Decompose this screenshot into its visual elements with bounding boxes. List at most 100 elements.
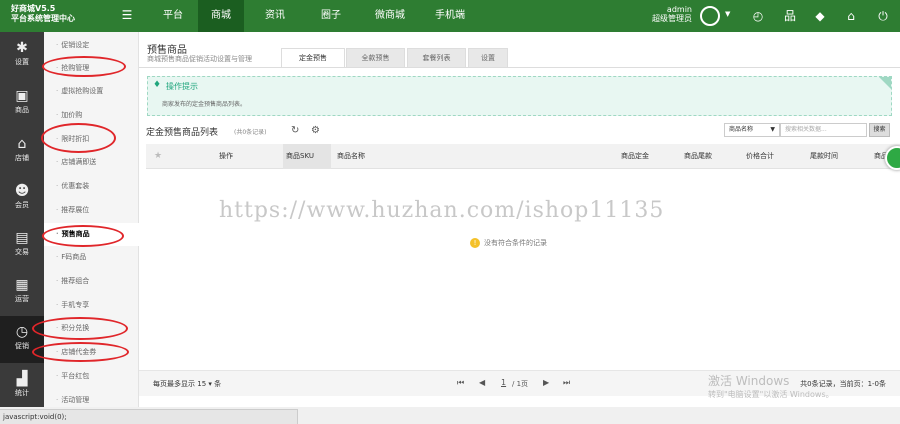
submenu-item-platform-redpacket[interactable]: 平台红包 [44, 365, 139, 388]
caret-down-icon[interactable]: ▼ [725, 10, 730, 18]
module-label: 商品 [15, 106, 29, 114]
search-button[interactable]: 搜索 [869, 123, 890, 137]
refresh-icon[interactable]: ↻ [291, 125, 299, 136]
store-icon: ⌂ [17, 136, 27, 152]
tip-text: 商家发布的定金预售商品列表。 [162, 101, 247, 108]
avatar[interactable] [700, 6, 720, 26]
search-input[interactable]: 搜索相关数据... [780, 123, 867, 137]
main-panel: 预售商品 商城预售商品促销活动设置与管理 定金预售 全款预售 套餐列表 设置 ♦… [139, 32, 900, 407]
next-page-icon[interactable]: ▶ [543, 378, 549, 387]
brand-subtitle: 平台系统管理中心 [11, 14, 75, 23]
annotation-ellipse [41, 123, 116, 153]
star-icon[interactable]: ★ [154, 144, 162, 169]
module-store[interactable]: ⌂ 店铺 [0, 128, 44, 175]
annotation-ellipse [42, 56, 126, 77]
column-settings-icon[interactable]: ⚙ [311, 125, 320, 136]
page-subtitle: 商城预售商品促销活动设置与管理 [147, 55, 252, 63]
operation-icon: ▦ [15, 277, 29, 293]
module-label: 运营 [15, 295, 29, 303]
per-page-value: 15 [197, 380, 207, 388]
caret-down-icon: ▼ [770, 126, 775, 133]
admin-info[interactable]: admin 超级管理员 [652, 5, 692, 23]
top-bar: 好商城V5.5 平台系统管理中心 ☰ 平台 商城 资讯 圈子 微商城 手机端 a… [0, 0, 900, 32]
url-watermark: https://www.huzhan.com/ishop11135 [219, 198, 665, 223]
trade-icon: ▤ [15, 230, 29, 246]
list-count: (共0条记录) [234, 129, 267, 136]
list-title: 定金预售商品列表 [146, 128, 219, 138]
tip-title[interactable]: 操作提示 [166, 81, 198, 92]
top-nav-platform[interactable]: 平台 [150, 0, 196, 32]
annotation-ellipse [32, 342, 129, 362]
first-page-icon[interactable]: ⏮ [457, 378, 464, 388]
brush-icon[interactable]: ◆ [812, 8, 828, 24]
last-page-icon[interactable]: ⏭ [563, 378, 570, 388]
per-page-label: 每页最多显示 [153, 380, 195, 388]
tab-package-list[interactable]: 套餐列表 [407, 48, 466, 67]
member-icon: ☻ [14, 183, 30, 199]
column-header-name[interactable]: 商品名称 [337, 144, 365, 169]
windows-activation-text: 转到"电脑设置"以激活 Windows。 [708, 390, 834, 399]
module-label: 促销 [15, 342, 29, 350]
table-header: ★ 操作 商品SKU 商品名称 商品定金 商品尾款 价格合计 尾款时间 商品 [146, 144, 900, 169]
submenu-item-promotion-settings[interactable]: 促销设定 [44, 34, 139, 57]
module-stats[interactable]: ▟ 统计 [0, 363, 44, 410]
submenu-item-fcode[interactable]: F码商品 [44, 246, 139, 269]
module-settings[interactable]: ✱ 设置 [0, 32, 44, 79]
column-header-action: 操作 [219, 152, 233, 160]
annotation-ellipse [42, 225, 124, 247]
admin-role: 超级管理员 [652, 14, 692, 23]
menu-toggle-icon[interactable]: ☰ [120, 8, 134, 22]
module-label: 统计 [15, 389, 29, 397]
home-icon[interactable]: ⌂ [843, 8, 859, 24]
tab-divider [139, 67, 900, 68]
clock-icon[interactable]: ◴ [750, 8, 766, 24]
module-label: 交易 [15, 248, 29, 256]
goods-icon: ▣ [15, 88, 29, 104]
top-nav-mall[interactable]: 商城 [198, 0, 244, 32]
chart-icon: ▟ [16, 371, 28, 387]
top-nav-micro-mall[interactable]: 微商城 [367, 0, 413, 32]
submenu-item-booth[interactable]: 推荐展位 [44, 199, 139, 222]
windows-activation-title: 激活 Windows [708, 374, 790, 388]
search-field-select[interactable]: 商品名称 ▼ [724, 123, 780, 137]
prev-page-icon[interactable]: ◀ [479, 378, 485, 387]
info-icon: ! [470, 238, 480, 248]
column-header-balance-time[interactable]: 尾款时间 [810, 144, 838, 169]
column-header-total[interactable]: 价格合计 [746, 144, 774, 169]
top-nav-circle[interactable]: 圈子 [308, 0, 354, 32]
browser-status-bar: javascript:void(0); [0, 409, 298, 424]
tab-deposit-presale[interactable]: 定金预售 [281, 48, 345, 67]
module-goods[interactable]: ▣ 商品 [0, 80, 44, 127]
top-nav-mobile[interactable]: 手机端 [427, 0, 473, 32]
admin-name: admin [666, 5, 692, 14]
module-operation[interactable]: ▦ 运营 [0, 269, 44, 316]
empty-message: 没有符合条件的记录 [484, 239, 547, 247]
collapse-corner-icon[interactable] [879, 77, 891, 89]
top-nav-news[interactable]: 资讯 [252, 0, 298, 32]
module-label: 设置 [15, 58, 29, 66]
per-page-control[interactable]: 每页最多显示 15 ▾ 条 [153, 379, 221, 389]
brand-logo[interactable]: 好商城V5.5 平台系统管理中心 [11, 4, 75, 24]
column-header-deposit[interactable]: 商品定金 [621, 144, 649, 169]
tab-full-presale[interactable]: 全款预售 [346, 48, 405, 67]
module-trade[interactable]: ▤ 交易 [0, 222, 44, 269]
per-page-unit: 条 [214, 380, 222, 388]
submenu-item-virtual-flash-sale[interactable]: 虚拟抢购设置 [44, 80, 139, 103]
submenu-item-combo[interactable]: 推荐组合 [44, 270, 139, 293]
caret-down-icon: ▾ [208, 380, 212, 388]
search-field-value: 商品名称 [729, 126, 754, 133]
brand-title: 好商城V5.5 [11, 4, 56, 13]
submenu-item-store-gift[interactable]: 店铺满即送 [44, 151, 139, 174]
tab-settings[interactable]: 设置 [468, 48, 508, 67]
module-member[interactable]: ☻ 会员 [0, 175, 44, 222]
column-header-sku[interactable]: 商品SKU [283, 144, 331, 169]
power-icon[interactable]: ⏻ [875, 8, 891, 24]
module-label: 会员 [15, 201, 29, 209]
column-header-balance[interactable]: 商品尾款 [684, 144, 712, 169]
sitemap-icon[interactable]: 品 [782, 8, 798, 24]
lightbulb-icon: ♦ [153, 80, 162, 90]
submenu-item-bundle[interactable]: 优惠套装 [44, 175, 139, 198]
pager-info: 共0条记录，当前页：1-0条 [800, 380, 886, 388]
submenu-item-mobile-exclusive[interactable]: 手机专享 [44, 294, 139, 317]
page-current-input[interactable]: 1 [501, 378, 506, 387]
